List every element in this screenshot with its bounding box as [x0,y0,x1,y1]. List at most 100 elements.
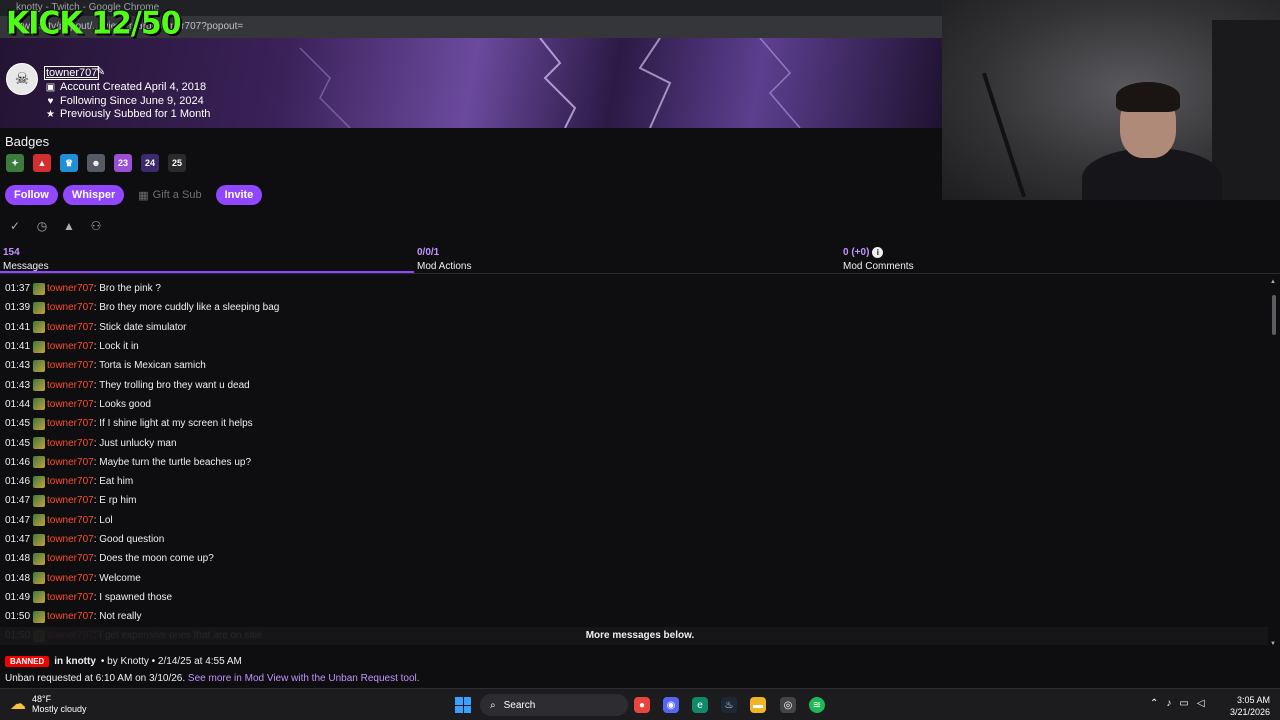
apex-badge-icon[interactable]: ▲ [33,154,51,172]
taskbar-search[interactable]: ⌕ Search [480,694,628,716]
message-username[interactable]: towner707 [47,438,94,449]
message-text: : Bro they more cuddly like a sleeping b… [93,302,280,314]
volume-icon[interactable]: ◁ [1197,698,1205,709]
list-item: 01:50 towner707: Not really [0,607,1268,626]
chevron-up-icon[interactable]: ⌃ [1150,698,1158,709]
year-25-badge-icon[interactable]: 25 [168,154,186,172]
message-username[interactable]: towner707 [47,553,94,564]
message-username[interactable]: towner707 [47,283,94,294]
message-time: 01:47 [5,534,31,545]
message-time: 01:39 [5,302,31,314]
cloud-sun-icon: ☁ [10,696,26,713]
vip-badge-icon[interactable] [33,456,45,469]
follow-button[interactable]: Follow [5,185,58,205]
vip-badge-icon[interactable] [33,572,45,585]
chrome-icon[interactable]: ● [634,697,650,713]
tab-mod-comments[interactable]: 0 (+0) i Mod Comments [843,247,914,272]
year-23-badge-icon[interactable]: 23 [114,154,132,172]
list-item: 01:45 towner707: Just unlucky man [0,433,1268,452]
taskbar-clock[interactable]: 3:05 AM 3/21/2026 [1230,694,1270,718]
message-text: : Lock it in [93,341,139,353]
vip-badge-icon[interactable] [33,494,45,507]
steam-icon[interactable]: ♨ [721,697,737,713]
message-time: 01:47 [5,514,31,526]
scrollbar-thumb[interactable] [1272,295,1276,335]
list-item: 01:47 towner707: E rp him [0,491,1268,510]
mod-tools: ✓ ◷ ▲ ⚇ [8,219,103,233]
badges-heading: Badges [5,134,50,149]
check-icon[interactable]: ✓ [8,219,22,233]
file-explorer-icon[interactable]: ▬ [750,697,766,713]
username[interactable]: towner707 [44,66,100,80]
year-24-badge-icon[interactable]: 24 [141,154,159,172]
message-username[interactable]: towner707 [47,360,94,371]
message-list: 01:37 towner707: Bro the pink ? 01:39 towne… [0,279,1268,653]
weather-widget[interactable]: ☁ 48°F Mostly cloudy [10,694,87,714]
pencil-icon[interactable]: ✎ [96,65,105,78]
vip-badge-icon[interactable] [33,321,45,334]
vip-badge-icon[interactable]: ✦ [6,154,24,172]
microphone-icon[interactable]: ♪ [1166,698,1171,709]
crown-badge-icon[interactable]: ♛ [60,154,78,172]
mod-view-link[interactable]: See more in Mod View with the Unban Requ… [188,673,420,684]
vip-badge-icon[interactable] [33,340,45,353]
vip-badge-icon[interactable] [33,301,45,314]
more-messages-label[interactable]: More messages below. [0,630,1280,641]
tab-mod-actions[interactable]: 0/0/1 Mod Actions [417,247,471,272]
vip-badge-icon[interactable] [33,552,45,565]
message-text: : Not really [93,611,142,623]
gift-sub-button[interactable]: ▦ Gift a Sub [129,185,210,205]
message-username[interactable]: towner707 [47,476,94,487]
mask-badge-icon[interactable]: ☻ [87,154,105,172]
network-icon[interactable]: ▭ [1179,698,1188,709]
vip-badge-icon[interactable] [33,398,45,411]
message-username[interactable]: towner707 [47,302,94,313]
windows-start-icon[interactable] [455,697,471,713]
message-username[interactable]: towner707 [47,534,94,545]
warning-icon[interactable]: ▲ [62,219,76,233]
message-username[interactable]: towner707 [47,573,94,584]
following-since-line: ♥ Following Since June 9, 2024 [45,95,204,107]
message-time: 01:47 [5,495,31,507]
message-username[interactable]: towner707 [47,380,94,391]
invite-button[interactable]: Invite [215,185,263,205]
list-item: 01:37 towner707: Bro the pink ? [0,279,1268,298]
vip-badge-icon[interactable] [33,359,45,372]
spotify-icon[interactable]: ≋ [809,697,825,713]
message-username[interactable]: towner707 [47,495,94,506]
list-item: 01:44 towner707: Looks good [0,395,1268,414]
vip-badge-icon[interactable] [33,475,45,488]
overlay-title: KICK 12/50 [6,5,182,42]
scroll-up-icon[interactable]: ▲ [1270,279,1276,285]
vip-badge-icon[interactable] [33,610,45,623]
vip-badge-icon[interactable] [33,591,45,604]
message-username[interactable]: towner707 [47,418,94,429]
tab-messages[interactable]: 154 Messages [3,247,49,272]
scroll-down-icon[interactable]: ▼ [1270,641,1276,647]
message-username[interactable]: towner707 [47,611,94,622]
discord-icon[interactable]: ◉ [663,697,679,713]
message-time: 01:44 [5,398,31,410]
message-username[interactable]: towner707 [47,322,94,333]
vip-badge-icon[interactable] [33,379,45,392]
message-username[interactable]: towner707 [47,457,94,468]
obs-icon[interactable]: ◎ [780,697,796,713]
vip-badge-icon[interactable] [33,437,45,450]
message-username[interactable]: towner707 [47,341,94,352]
edge-icon[interactable]: e [692,697,708,713]
add-mod-icon[interactable]: ⚇ [89,219,103,233]
list-item: 01:41 towner707: Stick date simulator [0,318,1268,337]
whisper-button[interactable]: Whisper [62,185,125,205]
message-text: : Bro the pink ? [93,283,161,295]
scrollbar[interactable]: ▲ ▼ [1270,279,1278,647]
vip-badge-icon[interactable] [33,417,45,430]
list-item: 01:46 towner707: Eat him [0,472,1268,491]
vip-badge-icon[interactable] [33,533,45,546]
message-username[interactable]: towner707 [47,592,94,603]
message-username[interactable]: towner707 [47,399,94,410]
timeout-clock-icon[interactable]: ◷ [35,219,49,233]
message-username[interactable]: towner707 [47,515,94,526]
vip-badge-icon[interactable] [33,514,45,527]
vip-badge-icon[interactable] [33,282,45,295]
info-icon[interactable]: i [872,247,884,258]
